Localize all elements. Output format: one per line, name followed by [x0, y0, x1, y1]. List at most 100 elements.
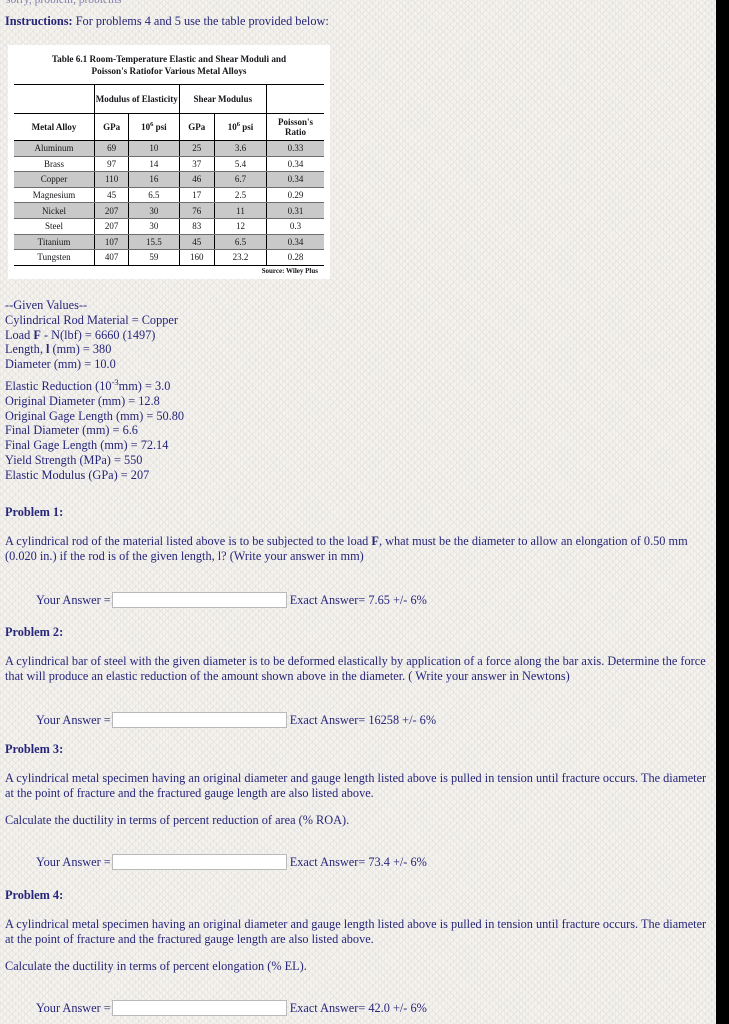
table-title-line-1: Table 6.1 Room-Temperature Elastic and S…	[51, 54, 287, 64]
cell-shear-psi: 11	[214, 202, 267, 219]
problem-4-body: A cylindrical metal specimen having an o…	[5, 917, 707, 946]
table-head: Modulus of Elasticity Shear Modulus Meta…	[14, 84, 324, 141]
given-final-gage-value: 72.14	[140, 438, 169, 453]
cell-poissons-ratio: 0.3	[266, 218, 324, 235]
problem-1-your-answer-label: Your Answer =	[36, 592, 111, 607]
problem-3-body-2: Calculate the ductility in terms of perc…	[5, 813, 350, 828]
cell-moe-psi: 30	[128, 218, 180, 235]
problem-4-answer-row: Your Answer = Exact Answer= 42.0 +/- 6%	[5, 1000, 427, 1016]
given-length-value: 380	[92, 342, 112, 357]
instructions-label: Instructions:	[5, 14, 73, 28]
problem-1-heading: Problem 1:	[5, 505, 64, 519]
cell-shear-psi: 23.2	[214, 249, 267, 266]
problem-2-your-answer-label: Your Answer =	[36, 712, 111, 727]
right-edge-gutter	[716, 0, 729, 1024]
given-diameter-value: 10.0	[94, 357, 116, 372]
column-header-shear-psi: 106 psi	[214, 113, 267, 141]
column-header-shear-gpa: GPa	[179, 113, 215, 141]
column-header-metal-alloy: Metal Alloy	[14, 113, 95, 141]
group-header-blank-left	[14, 84, 95, 114]
worksheet-page: sorry, problem, problems Instructions: F…	[0, 0, 716, 1024]
cell-moe-psi: 59	[128, 249, 180, 266]
cell-moe-gpa: 45	[93, 187, 129, 204]
cell-poissons-ratio: 0.31	[266, 202, 324, 219]
cell-moe-psi: 14	[128, 156, 180, 173]
cell-shear-psi: 2.5	[214, 187, 267, 204]
moduli-table: Modulus of Elasticity Shear Modulus Meta…	[14, 84, 324, 266]
problem-2-answer-input[interactable]	[111, 712, 287, 728]
group-header-shear-modulus: Shear Modulus	[178, 84, 268, 114]
cell-moe-psi: 15.5	[128, 234, 180, 251]
given-elastic-modulus-value: 207	[130, 467, 150, 482]
cell-poissons-ratio: 0.33	[266, 140, 324, 157]
given-length-line: Length, l (mm) = 380	[5, 342, 112, 357]
table-column-header-row: Metal Alloy GPa 106 psi GPa 106 psi Pois…	[14, 113, 324, 141]
cell-alloy: Nickel	[14, 202, 95, 219]
cell-alloy: Copper	[14, 171, 95, 188]
group-header-blank-right	[266, 84, 324, 114]
problem-4: Problem 4: A cylindrical metal specimen …	[5, 888, 716, 1016]
cell-poissons-ratio: 0.29	[266, 187, 324, 204]
table-source: Source: Wiley Plus	[261, 266, 318, 275]
given-final-diameter-line: Final Diameter (mm) = 6.6	[5, 423, 138, 438]
table-row: Titanium 107 15.5 45 6.5 0.34	[14, 234, 324, 251]
table-row: Magnesium 45 6.5 17 2.5 0.29	[14, 187, 324, 204]
cell-shear-gpa: 45	[179, 234, 215, 251]
problem-1-exact-answer: Exact Answer= 7.65 +/- 6%	[289, 592, 427, 607]
problem-1: Problem 1: A cylindrical rod of the mate…	[5, 505, 716, 608]
table-row: Brass 97 14 37 5.4 0.34	[14, 156, 324, 173]
cell-shear-psi: 5.4	[214, 156, 267, 173]
group-header-modulus-of-elasticity: Modulus of Elasticity	[94, 84, 180, 114]
given-values-block: --Given Values-- Cylindrical Rod Materia…	[5, 298, 184, 483]
given-original-diameter-line: Original Diameter (mm) = 12.8	[5, 393, 160, 408]
cell-shear-gpa: 83	[179, 218, 215, 235]
column-header-moe-gpa: GPa	[93, 113, 129, 141]
cell-moe-psi: 16	[128, 171, 180, 188]
given-load-line: Load F - N(lbf) = 6660 (1497)	[5, 327, 156, 342]
cell-moe-gpa: 207	[93, 202, 129, 219]
problem-3-heading: Problem 3:	[5, 742, 64, 756]
cell-poissons-ratio: 0.34	[266, 234, 324, 251]
given-elastic-reduction-line: Elastic Reduction (10-3mm) = 3.0	[5, 376, 171, 393]
problem-4-answer-input[interactable]	[111, 1000, 287, 1016]
table-row: Nickel 207 30 76 11 0.31	[14, 202, 324, 219]
table-group-header-row: Modulus of Elasticity Shear Modulus	[14, 84, 324, 114]
given-load-value: 6660 (1497)	[94, 327, 156, 342]
given-material-line: Cylindrical Rod Material = Copper	[5, 312, 178, 327]
column-header-poissons-ratio: Poisson's Ratio	[266, 113, 324, 141]
cell-moe-psi: 6.5	[128, 187, 180, 204]
instructions-line: Instructions: For problems 4 and 5 use t…	[5, 14, 329, 29]
given-elastic-modulus-line: Elastic Modulus (GPa) = 207	[5, 467, 150, 482]
cell-shear-gpa: 46	[179, 171, 215, 188]
table-row: Copper 110 16 46 6.7 0.34	[14, 171, 324, 188]
cell-moe-gpa: 97	[93, 156, 129, 173]
cell-moe-gpa: 69	[93, 140, 129, 157]
cell-alloy: Titanium	[14, 234, 95, 251]
cell-poissons-ratio: 0.34	[266, 171, 324, 188]
table-row: Tungsten 407 59 160 23.2 0.28	[14, 249, 324, 266]
table-body: Aluminum 69 10 25 3.6 0.33 Brass 97 14 37 5.4 0.34 C…	[14, 140, 324, 266]
cell-shear-gpa: 25	[179, 140, 215, 157]
instructions-text: For problems 4 and 5 use the table provi…	[72, 14, 329, 28]
table-title: Table 6.1 Room-Temperature Elastic and S…	[14, 53, 324, 77]
given-values-heading: --Given Values--	[5, 298, 88, 312]
problem-3-body: A cylindrical metal specimen having an o…	[5, 771, 707, 800]
cell-moe-gpa: 110	[93, 171, 129, 188]
problem-2-answer-row: Your Answer = Exact Answer= 16258 +/- 6%	[5, 712, 436, 728]
problem-3-answer-input[interactable]	[111, 854, 287, 870]
problem-3-exact-answer: Exact Answer= 73.4 +/- 6%	[289, 854, 427, 869]
cell-alloy: Tungsten	[14, 249, 95, 266]
given-material-value: Copper	[141, 312, 178, 327]
cell-shear-gpa: 37	[179, 156, 215, 173]
cell-moe-gpa: 407	[93, 249, 129, 266]
cell-poissons-ratio: 0.28	[266, 249, 324, 266]
cell-moe-gpa: 207	[93, 218, 129, 235]
clipped-top-text: sorry, problem, problems	[6, 0, 122, 6]
problem-1-answer-input[interactable]	[111, 592, 287, 608]
problem-2: Problem 2: A cylindrical bar of steel wi…	[5, 625, 716, 728]
cell-moe-psi: 10	[128, 140, 180, 157]
column-header-moe-psi: 106 psi	[128, 113, 180, 141]
cell-shear-gpa: 76	[179, 202, 215, 219]
given-original-diameter-value: 12.8	[138, 393, 160, 408]
problem-1-body: A cylindrical rod of the material listed…	[5, 534, 688, 563]
